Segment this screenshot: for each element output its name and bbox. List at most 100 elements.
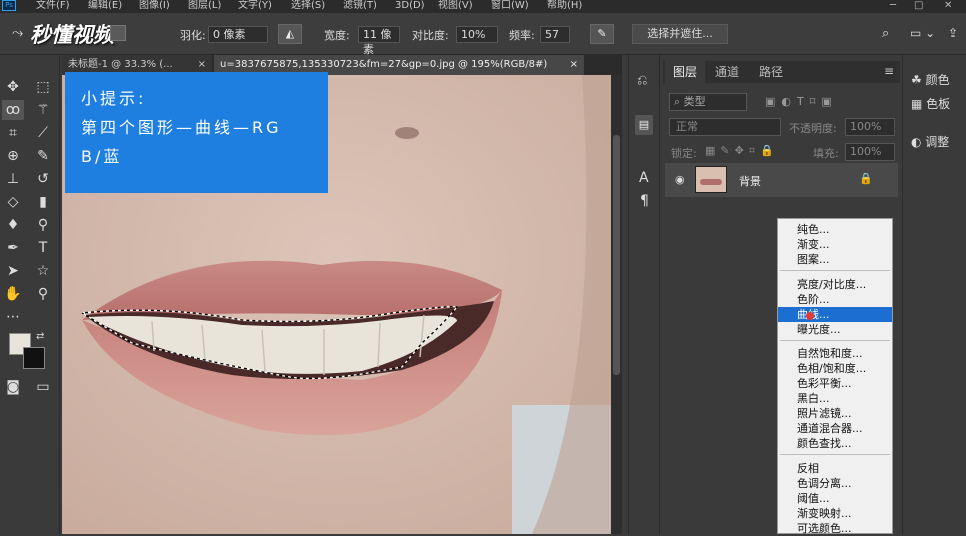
adjust-icon: ◐ — [911, 135, 926, 149]
tab-channels[interactable]: 通道 — [707, 61, 747, 83]
adjustments-panel-button[interactable]: ◐ 调整 — [911, 131, 949, 153]
quick-mask-icon[interactable]: ◙ — [2, 377, 24, 397]
frequency-input[interactable]: 57 — [540, 26, 570, 43]
color-panel-button[interactable]: ☘ 颜色 — [911, 69, 950, 91]
visibility-eye-icon[interactable]: ◉ — [675, 173, 685, 186]
close-tab-icon[interactable]: × — [570, 55, 578, 75]
menu-help[interactable]: 帮助(H) — [547, 0, 582, 11]
magic-wand-icon[interactable]: ⚚ — [32, 100, 54, 120]
shape-tool-icon[interactable]: ☆ — [32, 261, 54, 281]
more-tools-icon[interactable]: ⋯ — [2, 307, 24, 327]
menu-window[interactable]: 窗口(W) — [491, 0, 529, 11]
layer-thumbnail — [695, 166, 727, 193]
tab-layers[interactable]: 图层 — [665, 61, 706, 83]
lasso-tool-icon[interactable]: ꝏ — [2, 100, 24, 120]
history-icon[interactable]: ⎌ — [637, 73, 647, 88]
zoom-tool-icon[interactable]: ⚲ — [32, 284, 54, 304]
menu-edit[interactable]: 编辑(E) — [88, 0, 122, 11]
menu-item-color-balance[interactable]: 色彩平衡... — [778, 376, 892, 391]
menu-item-invert[interactable]: 反相 — [778, 461, 892, 476]
pen-pressure-icon[interactable]: ✎ — [590, 24, 614, 44]
scrollbar-thumb[interactable] — [613, 135, 620, 375]
healing-brush-icon[interactable]: ⊕ — [2, 146, 24, 166]
menu-item-black-white[interactable]: 黑白... — [778, 391, 892, 406]
layer-name[interactable]: 背景 — [739, 173, 761, 189]
toolbox: ✥ ⬚ ꝏ ⚚ ⌗ ⟋ ⊕ ✎ ⊥ ↺ ◇ ▮ ♦ ⚲ ✒ T ➤ ☆ ✋ ⚲ … — [0, 55, 60, 534]
workspace-icon[interactable]: ▭ ⌄ — [910, 26, 935, 40]
edge-detect-icon[interactable]: ◭ — [278, 24, 302, 44]
move-tool-icon[interactable]: ✥ — [2, 77, 24, 97]
tab-paths[interactable]: 路径 — [751, 61, 791, 83]
menu-item-gradient[interactable]: 渐变... — [778, 237, 892, 252]
contrast-input[interactable]: 10% — [456, 26, 498, 43]
path-select-icon[interactable]: ➤ — [2, 261, 24, 281]
character-icon[interactable]: A — [639, 170, 649, 186]
menu-item-solid-color[interactable]: 纯色... — [778, 222, 892, 237]
filter-kind-select[interactable]: ⌕ 类型 — [669, 93, 747, 111]
vertical-scrollbar[interactable] — [611, 75, 622, 534]
eraser-icon[interactable]: ◇ — [2, 192, 24, 212]
pen-tool-icon[interactable]: ✒ — [2, 238, 24, 258]
marquee-tool-icon[interactable]: ⬚ — [32, 77, 54, 97]
layer-row[interactable]: ◉ 背景 🔒 — [665, 163, 898, 197]
menu-separator — [780, 454, 890, 455]
blend-mode-select[interactable]: 正常 — [669, 118, 781, 136]
panel-menu-icon[interactable]: ≡ — [884, 64, 894, 78]
menu-layer[interactable]: 图层(L) — [188, 0, 221, 11]
gradient-tool-icon[interactable]: ▮ — [32, 192, 54, 212]
search-icon[interactable]: ⌕ — [882, 26, 889, 41]
paragraph-icon[interactable]: ¶ — [640, 193, 649, 209]
menu-item-gradient-map[interactable]: 渐变映射... — [778, 506, 892, 521]
menu-item-pattern[interactable]: 图案... — [778, 252, 892, 267]
menu-file[interactable]: 文件(F) — [36, 0, 70, 11]
menu-3d[interactable]: 3D(D) — [395, 0, 425, 11]
magnetic-lasso-icon[interactable]: ⤳ — [12, 25, 23, 41]
brush-tool-icon[interactable]: ✎ — [32, 146, 54, 166]
hand-tool-icon[interactable]: ✋ — [2, 284, 24, 304]
menu-view[interactable]: 视图(V) — [438, 0, 473, 11]
maximize-icon[interactable]: □ — [914, 0, 923, 11]
screen-mode-icon[interactable]: ▭ — [32, 377, 54, 397]
menu-item-vibrance[interactable]: 自然饱和度... — [778, 346, 892, 361]
mouse-cursor-icon — [806, 312, 814, 320]
options-bar: 秒懂视频 ⤳ 羽化: 0 像素 ◭ 宽度: 11 像素 对比度: 10% 频率:… — [0, 13, 966, 56]
menu-item-posterize[interactable]: 色调分离... — [778, 476, 892, 491]
menu-item-color-lookup[interactable]: 颜色查找... — [778, 436, 892, 451]
adjustment-context-menu: 纯色... 渐变... 图案... 亮度/对比度... 色阶... 曲线... … — [777, 218, 893, 535]
share-icon[interactable]: ⇪ — [948, 26, 958, 40]
minimize-icon[interactable]: ─ — [890, 0, 896, 11]
menu-item-hue-saturation[interactable]: 色相/饱和度... — [778, 361, 892, 376]
photoshop-logo: Ps — [2, 0, 16, 11]
properties-icon[interactable]: ▤ — [635, 115, 653, 135]
swatches-panel-button[interactable]: ▦ 色板 — [911, 93, 950, 115]
menu-item-channel-mixer[interactable]: 通道混合器... — [778, 421, 892, 436]
lock-icons[interactable]: ▦✎✥⌗🔒 — [705, 144, 779, 158]
blur-tool-icon[interactable]: ♦ — [2, 215, 24, 235]
opacity-input[interactable]: 100% — [845, 118, 895, 136]
menu-filter[interactable]: 滤镜(T) — [343, 0, 377, 11]
menu-item-photo-filter[interactable]: 照片滤镜... — [778, 406, 892, 421]
swap-colors-icon[interactable]: ⇄ — [36, 331, 44, 342]
history-brush-icon[interactable]: ↺ — [32, 169, 54, 189]
close-window-icon[interactable]: ✕ — [944, 0, 952, 11]
menu-select[interactable]: 选择(S) — [291, 0, 325, 11]
layer-filter-icons[interactable]: ▣◐T⌑▣ — [765, 95, 838, 108]
menu-item-brightness-contrast[interactable]: 亮度/对比度... — [778, 277, 892, 292]
menu-item-threshold[interactable]: 阈值... — [778, 491, 892, 506]
fill-input[interactable]: 100% — [845, 143, 895, 161]
eyedropper-icon[interactable]: ⟋ — [32, 123, 54, 143]
background-color-swatch[interactable] — [23, 347, 45, 369]
menu-image[interactable]: 图像(I) — [139, 0, 170, 11]
width-input[interactable]: 11 像素 — [358, 26, 400, 56]
crop-tool-icon[interactable]: ⌗ — [2, 123, 24, 143]
clone-stamp-icon[interactable]: ⊥ — [2, 169, 24, 189]
select-and-mask-button[interactable]: 选择并遮住... — [632, 24, 728, 44]
menu-type[interactable]: 文字(Y) — [238, 0, 272, 11]
selection-mode-icon[interactable] — [110, 25, 126, 41]
feather-input[interactable]: 0 像素 — [208, 26, 268, 43]
menu-item-levels[interactable]: 色阶... — [778, 292, 892, 307]
dodge-tool-icon[interactable]: ⚲ — [32, 215, 54, 235]
menu-item-exposure[interactable]: 曝光度... — [778, 322, 892, 337]
menu-item-curves[interactable]: 曲线... — [778, 307, 892, 322]
type-tool-icon[interactable]: T — [32, 238, 54, 258]
